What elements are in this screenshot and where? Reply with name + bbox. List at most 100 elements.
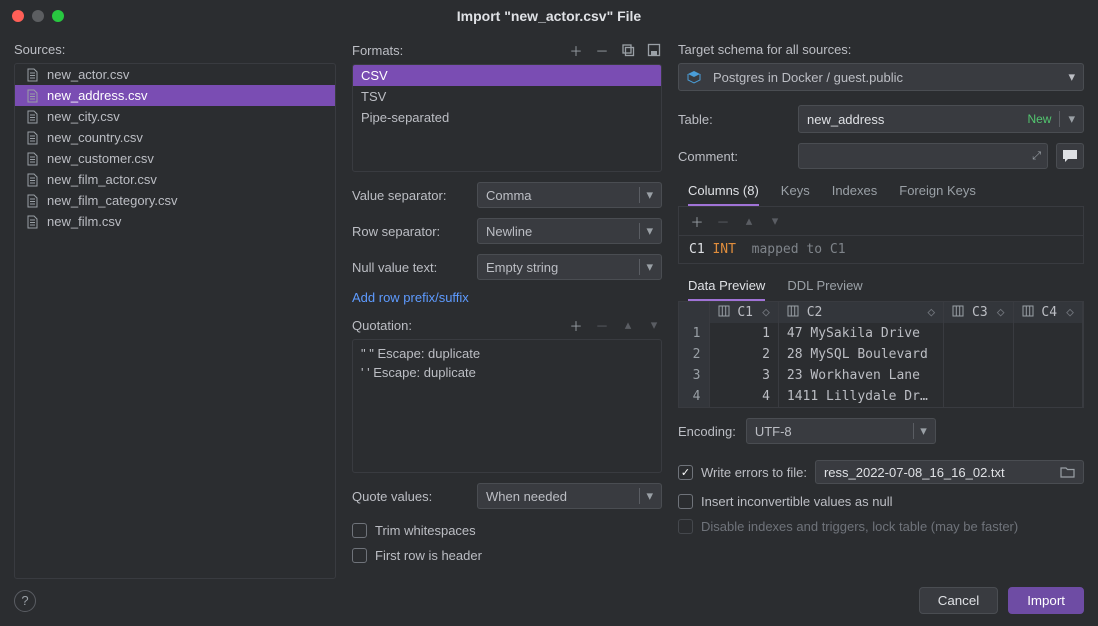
quotation-item[interactable]: ' ' Escape: duplicate	[353, 363, 661, 382]
cell[interactable]: 28 MySQL Boulevard	[778, 344, 943, 365]
table-label: Table:	[678, 112, 788, 127]
source-item-label: new_film.csv	[47, 214, 121, 229]
source-item[interactable]: new_country.csv	[15, 127, 335, 148]
cell[interactable]: 1	[709, 323, 778, 344]
value-separator-select[interactable]: Comma ▾	[477, 182, 662, 208]
source-item[interactable]: new_film.csv	[15, 211, 335, 232]
cell[interactable]	[944, 386, 1013, 407]
target-schema-select[interactable]: Postgres in Docker / guest.public ▾	[678, 63, 1084, 91]
table-row[interactable]: 3323 Workhaven Lane	[679, 365, 1083, 386]
insert-null-checkbox[interactable]	[678, 494, 693, 509]
titlebar: Import "new_actor.csv" File	[0, 0, 1098, 32]
import-button[interactable]: Import	[1008, 587, 1084, 614]
cancel-button[interactable]: Cancel	[919, 587, 999, 614]
formats-label: Formats:	[352, 43, 403, 58]
table-row[interactable]: 1147 MySakila Drive	[679, 323, 1083, 344]
quotation-list[interactable]: " " Escape: duplicate' ' Escape: duplica…	[352, 339, 662, 473]
file-icon	[25, 68, 39, 82]
cell[interactable]	[944, 365, 1013, 386]
cell[interactable]: 3	[709, 365, 778, 386]
tab-indexes[interactable]: Indexes	[832, 177, 878, 206]
format-item[interactable]: CSV	[353, 65, 661, 86]
move-down-icon[interactable]: ▾	[767, 213, 783, 229]
source-item[interactable]: new_film_actor.csv	[15, 169, 335, 190]
cell[interactable]	[944, 323, 1013, 344]
table-row[interactable]: 2228 MySQL Boulevard	[679, 344, 1083, 365]
minimize-window-icon[interactable]	[32, 10, 44, 22]
cell[interactable]: 23 Workhaven Lane	[778, 365, 943, 386]
folder-icon[interactable]	[1060, 466, 1075, 478]
encoding-select[interactable]: UTF-8 ▾	[746, 418, 936, 444]
error-file-field[interactable]	[815, 460, 1084, 484]
source-item-label: new_film_category.csv	[47, 193, 178, 208]
cell[interactable]	[1013, 386, 1082, 407]
cell[interactable]	[1013, 344, 1082, 365]
add-column-icon[interactable]: ＋	[689, 213, 705, 229]
column-header[interactable]: C3◇	[944, 302, 1013, 323]
null-value-value: Empty string	[486, 260, 558, 275]
null-value-select[interactable]: Empty string ▾	[477, 254, 662, 280]
cell[interactable]: 47 MySakila Drive	[778, 323, 943, 344]
traffic-lights	[12, 10, 64, 22]
write-errors-checkbox[interactable]	[678, 465, 693, 480]
chevron-down-icon: ▾	[1068, 69, 1075, 84]
quote-values-select[interactable]: When needed ▾	[477, 483, 662, 509]
comment-input[interactable]: ⤢	[798, 143, 1048, 169]
format-item[interactable]: Pipe-separated	[353, 107, 661, 128]
tab-data-preview[interactable]: Data Preview	[688, 272, 765, 301]
error-file-input[interactable]	[824, 465, 1052, 480]
zoom-window-icon[interactable]	[52, 10, 64, 22]
remove-format-icon[interactable]: －	[594, 42, 610, 58]
source-item[interactable]: new_address.csv	[15, 85, 335, 106]
copy-format-icon[interactable]	[620, 42, 636, 58]
sources-list[interactable]: new_actor.csvnew_address.csvnew_city.csv…	[14, 63, 336, 579]
cell[interactable]: 4	[709, 386, 778, 407]
tab-columns-[interactable]: Columns (8)	[688, 177, 759, 206]
table-field[interactable]: New ▾	[798, 105, 1084, 133]
format-item[interactable]: TSV	[353, 86, 661, 107]
chevron-down-icon: ▾	[646, 259, 653, 275]
source-item[interactable]: new_actor.csv	[15, 64, 335, 85]
column-header[interactable]: C4◇	[1013, 302, 1082, 323]
column-header[interactable]: C1◇	[709, 302, 778, 323]
tab-foreign-keys[interactable]: Foreign Keys	[899, 177, 976, 206]
add-quotation-icon[interactable]: ＋	[568, 317, 584, 333]
row-separator-select[interactable]: Newline ▾	[477, 218, 662, 244]
chevron-down-icon[interactable]: ▾	[1068, 111, 1075, 127]
save-format-icon[interactable]	[646, 42, 662, 58]
cell[interactable]	[1013, 365, 1082, 386]
chevron-down-icon[interactable]: ▾	[646, 317, 662, 333]
tab-ddl-preview[interactable]: DDL Preview	[787, 272, 862, 301]
trim-whitespaces-checkbox[interactable]	[352, 523, 367, 538]
cell[interactable]: 2	[709, 344, 778, 365]
cell[interactable]: 1411 Lillydale Dr…	[778, 386, 943, 407]
source-item[interactable]: new_film_category.csv	[15, 190, 335, 211]
cell[interactable]	[944, 344, 1013, 365]
column-type: INT	[712, 242, 735, 257]
target-schema-label: Target schema for all sources:	[678, 42, 1084, 57]
table-row[interactable]: 441411 Lillydale Dr…	[679, 386, 1083, 407]
cell[interactable]	[1013, 323, 1082, 344]
source-item[interactable]: new_customer.csv	[15, 148, 335, 169]
row-separator-value: Newline	[486, 224, 532, 239]
remove-column-icon[interactable]: －	[715, 213, 731, 229]
chat-icon[interactable]	[1056, 143, 1084, 169]
tab-keys[interactable]: Keys	[781, 177, 810, 206]
add-row-prefix-link[interactable]: Add row prefix/suffix	[352, 290, 662, 305]
write-errors-label: Write errors to file:	[701, 465, 807, 480]
formats-list[interactable]: CSVTSVPipe-separated	[352, 64, 662, 172]
table-input[interactable]	[807, 112, 1019, 127]
add-format-icon[interactable]: ＋	[568, 42, 584, 58]
quotation-item[interactable]: " " Escape: duplicate	[353, 344, 661, 363]
remove-quotation-icon[interactable]: －	[594, 317, 610, 333]
first-row-header-checkbox[interactable]	[352, 548, 367, 563]
row-number: 3	[679, 365, 709, 386]
expand-icon[interactable]: ⤢	[1032, 150, 1041, 163]
move-up-icon[interactable]: ▴	[741, 213, 757, 229]
source-item[interactable]: new_city.csv	[15, 106, 335, 127]
move-up-icon[interactable]: ▴	[620, 317, 636, 333]
column-header[interactable]: C2◇	[778, 302, 943, 323]
help-button[interactable]: ?	[14, 590, 36, 612]
close-window-icon[interactable]	[12, 10, 24, 22]
disable-indexes-label: Disable indexes and triggers, lock table…	[701, 519, 1018, 534]
